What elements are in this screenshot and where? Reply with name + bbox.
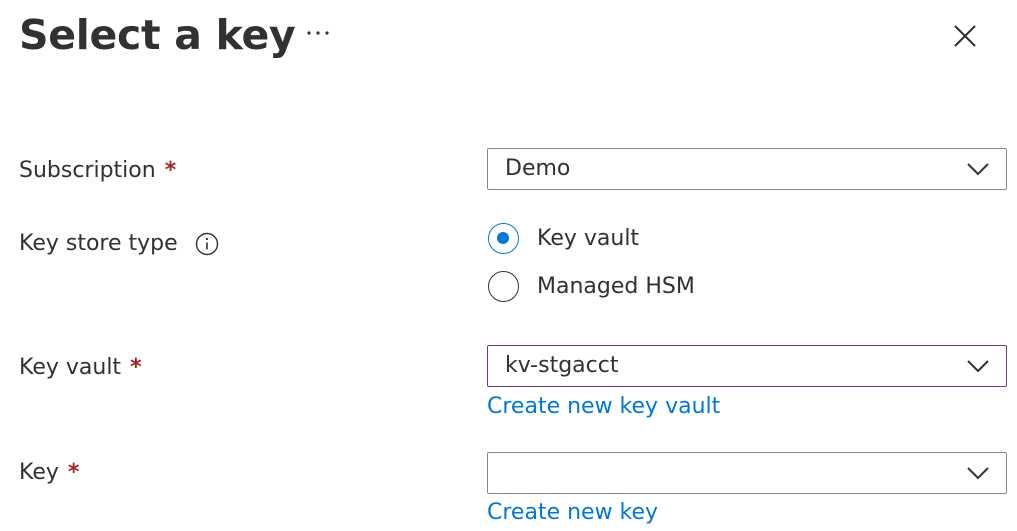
radio-key-vault-circle[interactable] xyxy=(488,222,519,254)
required-marker: * xyxy=(164,158,177,183)
required-marker: * xyxy=(67,460,80,485)
subscription-label: Subscription * xyxy=(19,157,176,185)
radio-key-vault[interactable]: Key vault xyxy=(488,221,639,255)
create-new-key-link[interactable]: Create new key xyxy=(487,499,658,527)
close-button[interactable] xyxy=(945,16,985,56)
chevron-down-icon xyxy=(967,163,989,176)
key-vault-dropdown-value: kv-stgacct xyxy=(505,353,619,378)
info-icon[interactable] xyxy=(195,232,219,256)
key-store-type-label-text: Key store type xyxy=(19,231,178,256)
close-icon xyxy=(954,25,976,47)
create-new-key-vault-link[interactable]: Create new key vault xyxy=(487,393,720,421)
subscription-dropdown[interactable]: Demo xyxy=(487,148,1007,190)
key-dropdown[interactable] xyxy=(487,452,1007,494)
key-store-type-label: Key store type xyxy=(19,230,219,258)
subscription-label-text: Subscription xyxy=(19,158,156,183)
chevron-down-icon xyxy=(967,360,989,373)
key-label-text: Key xyxy=(19,460,59,485)
key-vault-label-text: Key vault xyxy=(19,355,122,380)
radio-managed-hsm-circle[interactable] xyxy=(488,270,519,302)
radio-key-vault-label: Key vault xyxy=(537,225,640,251)
radio-managed-hsm-label: Managed HSM xyxy=(537,273,695,299)
page-title: Select a key xyxy=(19,11,296,59)
key-label: Key * xyxy=(19,459,79,487)
key-vault-label: Key vault * xyxy=(19,354,142,382)
more-horizontal-icon xyxy=(307,31,329,35)
radio-managed-hsm[interactable]: Managed HSM xyxy=(488,269,695,303)
required-marker: * xyxy=(130,355,142,380)
select-key-panel: Select a key Subscription * Demo Key sto… xyxy=(0,0,1017,531)
key-vault-dropdown[interactable]: kv-stgacct xyxy=(487,345,1007,387)
chevron-down-icon xyxy=(967,467,989,480)
subscription-dropdown-value: Demo xyxy=(505,156,571,181)
more-options-button[interactable] xyxy=(300,18,336,48)
